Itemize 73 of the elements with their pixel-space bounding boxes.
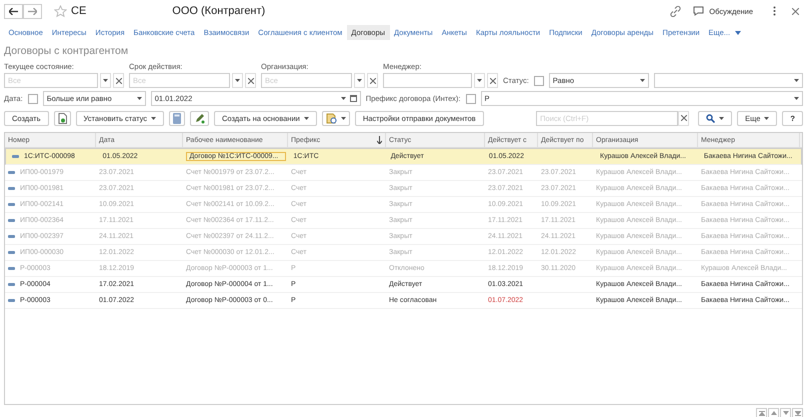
caret-icon: [136, 97, 142, 100]
filter-field[interactable]: [383, 73, 472, 88]
down-icon: [782, 411, 788, 415]
calculator-icon: [173, 112, 182, 124]
back-arrow-icon: [9, 8, 18, 14]
close-icon: [680, 115, 687, 121]
section-heading: Договоры с контрагентом: [4, 45, 130, 57]
window-title: СЕ: [71, 5, 86, 17]
document-icon: [58, 112, 67, 124]
row-icon: [12, 155, 19, 158]
caret-icon: [235, 79, 240, 82]
date-checkbox[interactable]: [28, 94, 38, 104]
last-icon: [794, 410, 800, 416]
row-icon: [8, 187, 15, 190]
clear-button[interactable]: [678, 110, 690, 126]
prefix-checkbox[interactable]: [466, 94, 476, 104]
caret-icon: [794, 79, 799, 82]
caret-icon: [719, 116, 724, 120]
row-icon: [8, 251, 15, 254]
back-button[interactable]: [4, 4, 23, 18]
window-subtitle: ООО (Контрагент): [172, 5, 266, 17]
close-icon: [370, 78, 376, 84]
caret-icon: [151, 116, 156, 120]
dropdown-button[interactable]: [474, 73, 485, 88]
clear-button[interactable]: [367, 73, 378, 88]
more-icon[interactable]: [773, 6, 776, 16]
dropdown-button[interactable]: [232, 73, 243, 88]
caret-icon: [640, 79, 645, 82]
row-icon: [8, 267, 15, 270]
page-down-button[interactable]: [780, 408, 791, 417]
close-icon: [490, 78, 496, 84]
close-icon[interactable]: [792, 8, 799, 14]
search-icon: [706, 114, 716, 122]
row-icon: [8, 283, 15, 286]
caret-icon: [477, 79, 482, 82]
pen-icon: [194, 112, 206, 124]
page-up-button[interactable]: [768, 408, 779, 417]
edit-button[interactable]: [190, 110, 210, 126]
chat-icon: [693, 6, 704, 16]
star-icon[interactable]: [54, 4, 67, 18]
clear-button[interactable]: [113, 73, 124, 88]
caret-icon: [794, 97, 799, 100]
calculator-button[interactable]: [169, 110, 186, 126]
caret-icon: [103, 79, 108, 82]
up-icon: [770, 411, 776, 415]
status-checkbox[interactable]: [534, 76, 544, 86]
row-icon: [8, 203, 15, 206]
dropdown-button[interactable]: [100, 73, 111, 88]
copy-button[interactable]: [54, 110, 71, 126]
first-icon: [758, 410, 764, 416]
dropdown-button[interactable]: [354, 73, 365, 88]
link-icon[interactable]: [670, 6, 682, 16]
clear-button[interactable]: [487, 73, 498, 88]
document-menu-button[interactable]: [322, 110, 350, 126]
search-button[interactable]: [698, 110, 732, 126]
row-icon: [8, 235, 15, 238]
caret-icon: [304, 116, 309, 120]
last-page-button[interactable]: [792, 408, 803, 417]
caret-icon[interactable]: [734, 30, 741, 34]
document-icon: [326, 112, 337, 124]
calendar-icon[interactable]: [350, 95, 357, 102]
caret-icon: [340, 116, 346, 120]
first-page-button[interactable]: [756, 408, 767, 417]
caret-icon: [357, 79, 362, 82]
row-icon: [8, 299, 15, 302]
row-icon: [8, 171, 15, 174]
caret-icon: [764, 116, 770, 120]
close-icon: [116, 78, 122, 84]
close-icon: [248, 78, 254, 84]
forward-arrow-icon: [28, 8, 37, 14]
caret-icon: [340, 97, 346, 100]
row-icon: [8, 219, 15, 222]
clear-button[interactable]: [245, 73, 256, 88]
